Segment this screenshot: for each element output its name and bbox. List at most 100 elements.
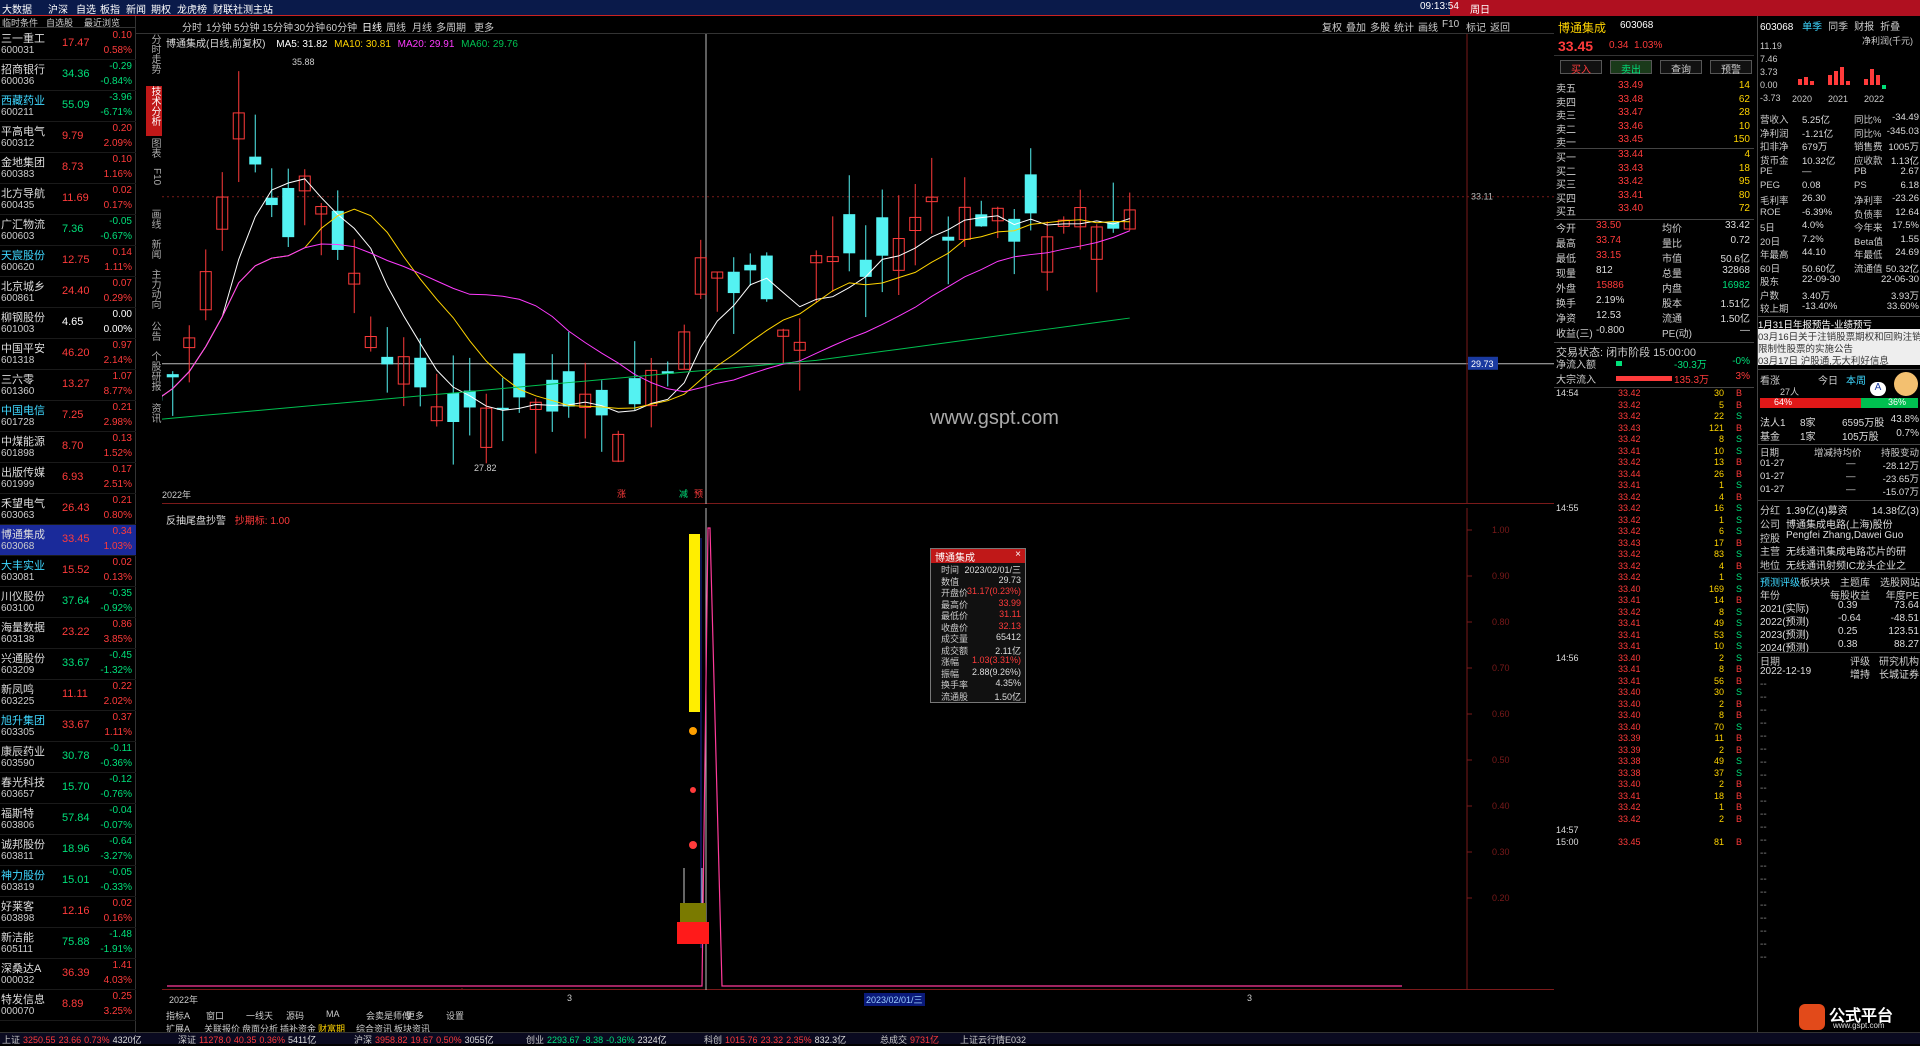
period-tab[interactable]: 更多 bbox=[474, 19, 494, 34]
watchlist-row[interactable]: 出版传媒 601999 6.93 0.17 2.51% bbox=[0, 463, 136, 494]
watchlist-row[interactable]: 特发信息 000070 8.89 0.25 3.25% bbox=[0, 990, 136, 1021]
watchlist-row[interactable]: 西藏药业 600211 55.09 -3.96 -6.71% bbox=[0, 91, 136, 122]
top-menu-item[interactable]: 期权 bbox=[151, 1, 171, 16]
indicator-tab[interactable]: 窗口 bbox=[206, 1009, 224, 1022]
watchlist-row[interactable]: 中煤能源 601898 8.70 0.13 1.52% bbox=[0, 432, 136, 463]
period-tab[interactable]: 15分钟 bbox=[262, 19, 293, 34]
news-item[interactable]: 1月31日年报预告-业绩预亏 bbox=[1758, 317, 1920, 329]
watchlist-row[interactable]: 旭升集团 603305 33.67 0.37 1.11% bbox=[0, 711, 136, 742]
top-menu-item[interactable]: 龙虎榜 bbox=[177, 1, 207, 16]
vertical-tab[interactable]: 公告 bbox=[146, 321, 162, 349]
vertical-tab[interactable]: 画线 bbox=[146, 209, 162, 237]
indicator-panel[interactable]: 反抽尾盘抄警 抄期标: 1.00 1.00 0.90 0.80 0.70 0.60 0.5… bbox=[162, 508, 1554, 990]
top-menu-item[interactable]: 自选 bbox=[76, 1, 96, 16]
index-quote[interactable]: 深证 11278.0 40.35 0.36% 5411亿 bbox=[178, 1033, 316, 1046]
top-menu-item[interactable]: 沪深 bbox=[48, 1, 68, 16]
watchlist-row[interactable]: 招商银行 600036 34.36 -0.29 -0.84% bbox=[0, 60, 136, 91]
vertical-tab[interactable]: F10 bbox=[146, 168, 162, 207]
indicator-tab[interactable]: 一线天 bbox=[246, 1009, 273, 1022]
period-tab[interactable]: 1分钟 bbox=[206, 19, 232, 34]
vote-a-icon[interactable]: A bbox=[1870, 382, 1886, 396]
news-item[interactable]: 03月16日关于注销股票期权和回购注销 bbox=[1758, 329, 1920, 341]
watchlist-row[interactable]: 北方导航 600435 11.69 0.02 0.17% bbox=[0, 184, 136, 215]
vote-today[interactable]: 今日 bbox=[1818, 372, 1838, 387]
period-tab[interactable]: 周线 bbox=[386, 19, 406, 34]
trade-button[interactable]: 卖出 bbox=[1610, 60, 1652, 76]
index-quote[interactable]: 总成交 9731亿 bbox=[880, 1033, 948, 1046]
watchlist-row[interactable]: 天宸股份 600620 12.75 0.14 1.11% bbox=[0, 246, 136, 277]
watchlist-row[interactable]: 中国平安 601318 46.20 0.97 2.14% bbox=[0, 339, 136, 370]
vertical-tab[interactable]: 个股研报 bbox=[146, 351, 162, 401]
toolbar-button[interactable]: 复权 bbox=[1322, 19, 1342, 34]
period-tab[interactable]: 日线 bbox=[362, 19, 382, 34]
news-item[interactable]: 限制性股票的实施公告 bbox=[1758, 341, 1920, 353]
watchlist-row[interactable]: 好莱客 603898 12.16 0.02 0.16% bbox=[0, 897, 136, 928]
vertical-tab[interactable]: 图表 bbox=[146, 138, 162, 166]
watchlist-row[interactable]: 博通集成 603068 33.45 0.34 1.03% bbox=[0, 525, 136, 556]
vote-week[interactable]: 本周 bbox=[1846, 372, 1866, 387]
watchlist-tab[interactable]: 最近浏览 bbox=[84, 16, 120, 29]
toolbar-button[interactable]: 叠加 bbox=[1346, 19, 1366, 34]
period-tab[interactable]: 月线 bbox=[412, 19, 432, 34]
toolbar-button[interactable]: 统计 bbox=[1394, 19, 1414, 34]
news-item[interactable]: 03月17日 沪股通,无大利好信息 bbox=[1758, 353, 1920, 365]
watchlist-row[interactable]: 禾望电气 603063 26.43 0.21 0.80% bbox=[0, 494, 136, 525]
watchlist-row[interactable]: 中国电信 601728 7.25 0.21 2.98% bbox=[0, 401, 136, 432]
watchlist-row[interactable]: 金地集团 600383 8.73 0.10 1.16% bbox=[0, 153, 136, 184]
watchlist-row[interactable]: 兴通股份 603209 33.67 -0.45 -1.32% bbox=[0, 649, 136, 680]
watchlist-row[interactable]: 新凤鸣 603225 11.11 0.22 2.02% bbox=[0, 680, 136, 711]
watchlist-row[interactable]: 柳钢股份 601003 4.65 0.00 0.00% bbox=[0, 308, 136, 339]
watchlist-row[interactable]: 新洁能 605111 75.88 -1.48 -1.91% bbox=[0, 928, 136, 959]
period-tab[interactable]: 60分钟 bbox=[326, 19, 357, 34]
index-quote[interactable]: 沪深 3958.82 19.67 0.50% 3055亿 bbox=[354, 1033, 494, 1046]
watchlist-row[interactable]: 平高电气 600312 9.79 0.20 2.09% bbox=[0, 122, 136, 153]
top-menu-item[interactable]: 大数据 bbox=[2, 1, 32, 16]
watchlist-row[interactable]: 北京城乡 600861 24.40 0.07 0.29% bbox=[0, 277, 136, 308]
vertical-tab[interactable]: 分时走势 bbox=[146, 34, 162, 84]
close-icon[interactable]: × bbox=[1015, 549, 1021, 560]
toolbar-button[interactable]: 标记 bbox=[1466, 19, 1486, 34]
trade-button[interactable]: 预警 bbox=[1710, 60, 1752, 76]
watchlist-row[interactable]: 福斯特 603806 57.84 -0.04 -0.07% bbox=[0, 804, 136, 835]
watchlist-row[interactable]: 三一重工 600031 17.47 0.10 0.58% bbox=[0, 29, 136, 60]
top-menu-item[interactable]: 财联社 bbox=[213, 1, 243, 16]
top-menu-item[interactable]: 新闻 bbox=[126, 1, 146, 16]
period-tab[interactable]: 5分钟 bbox=[234, 19, 260, 34]
index-quote[interactable]: 上证云行情E032 bbox=[960, 1033, 1038, 1046]
indicator-tab[interactable]: 源码 bbox=[286, 1009, 304, 1022]
watchlist-row[interactable]: 海量数据 603138 23.22 0.86 3.85% bbox=[0, 618, 136, 649]
vertical-tab[interactable]: 技术分析 bbox=[146, 86, 162, 136]
top-menu-item[interactable]: 板指 bbox=[100, 1, 120, 16]
watchlist-row[interactable]: 诚邦股份 603811 18.96 -0.64 -3.27% bbox=[0, 835, 136, 866]
watchlist-row[interactable]: 广汇物流 600603 7.36 -0.05 -0.67% bbox=[0, 215, 136, 246]
indicator-tab[interactable]: 设置 bbox=[446, 1009, 464, 1022]
period-tab[interactable]: 分时 bbox=[182, 19, 202, 34]
top-menu-item[interactable]: 测主站 bbox=[243, 1, 273, 16]
toolbar-button[interactable]: F10 bbox=[1442, 19, 1459, 30]
indicator-tab[interactable]: 会卖是师傅 bbox=[366, 1009, 411, 1022]
watchlist-row[interactable]: 三六零 601360 13.27 1.07 8.77% bbox=[0, 370, 136, 401]
vertical-tab[interactable]: 主力动向 bbox=[146, 269, 162, 319]
vertical-tab[interactable]: 资讯 bbox=[146, 403, 162, 431]
watchlist-row[interactable]: 康辰药业 603590 30.78 -0.11 -0.36% bbox=[0, 742, 136, 773]
trade-button[interactable]: 查询 bbox=[1660, 60, 1702, 76]
vertical-tab[interactable]: 新闻 bbox=[146, 239, 162, 267]
watchlist-tab[interactable]: 临时条件 bbox=[2, 16, 38, 29]
watchlist-row[interactable]: 春光科技 603657 15.70 -0.12 -0.76% bbox=[0, 773, 136, 804]
toolbar-button[interactable]: 返回 bbox=[1490, 19, 1510, 34]
kline-chart[interactable]: 博通集成(日线,前复权) MA5: 31.82 MA10: 30.81 MA20… bbox=[162, 34, 1554, 504]
indicator-tab[interactable]: MA bbox=[326, 1009, 340, 1019]
watchlist-row[interactable]: 大丰实业 603081 15.52 0.02 0.13% bbox=[0, 556, 136, 587]
trade-button[interactable]: 买入 bbox=[1560, 60, 1602, 76]
index-quote[interactable]: 上证 3250.55 23.66 0.73% 4320亿 bbox=[2, 1033, 142, 1046]
period-tab[interactable]: 多周期 bbox=[436, 19, 466, 34]
watchlist-row[interactable]: 深桑达A 000032 36.39 1.41 4.03% bbox=[0, 959, 136, 990]
watchlist-tab[interactable]: 自选股 bbox=[46, 16, 73, 29]
indicator-tab[interactable]: 指标A bbox=[166, 1009, 190, 1022]
toolbar-button[interactable]: 画线 bbox=[1418, 19, 1438, 34]
period-tab[interactable]: 30分钟 bbox=[294, 19, 325, 34]
watchlist-row[interactable]: 川仪股份 603100 37.64 -0.35 -0.92% bbox=[0, 587, 136, 618]
index-quote[interactable]: 科创 1015.76 23.32 2.35% 832.3亿 bbox=[704, 1033, 846, 1046]
toolbar-button[interactable]: 多股 bbox=[1370, 19, 1390, 34]
index-quote[interactable]: 创业 2293.67 -8.38 -0.36% 2324亿 bbox=[526, 1033, 667, 1046]
